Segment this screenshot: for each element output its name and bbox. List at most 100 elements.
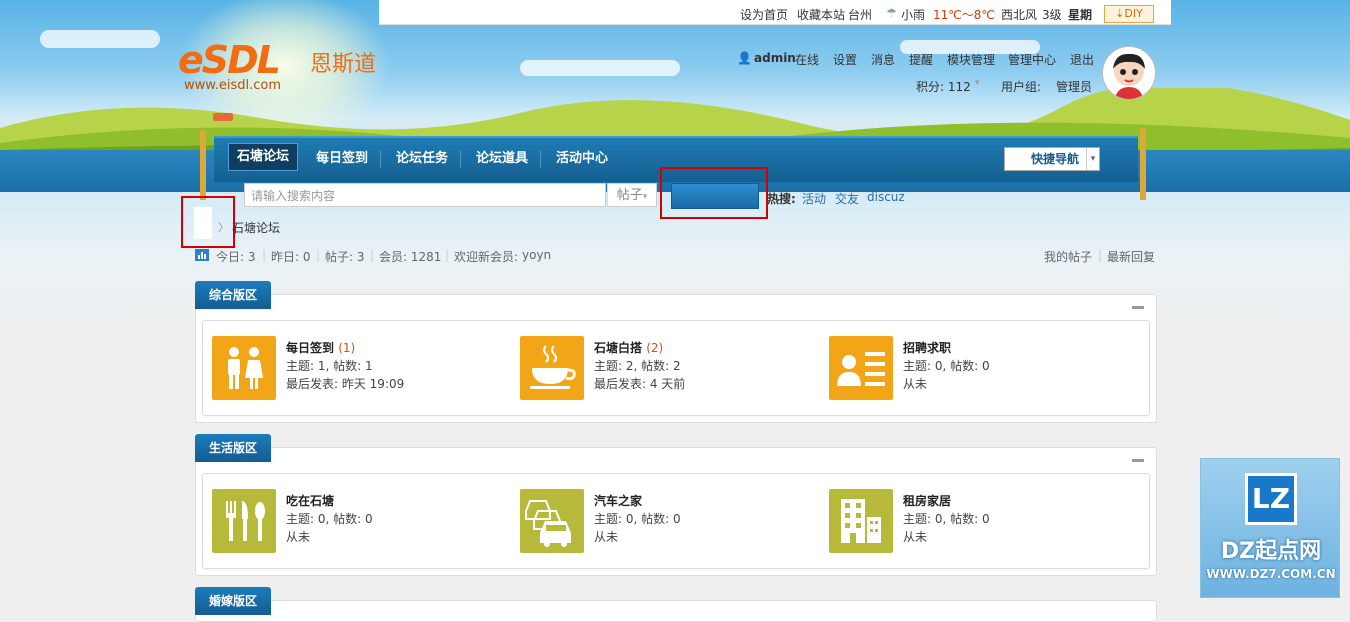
- category-tab[interactable]: 婚嫁版区: [195, 587, 272, 615]
- forum-name[interactable]: 招聘求职: [903, 339, 951, 356]
- search-input[interactable]: 请输入搜索内容: [244, 183, 606, 207]
- nav-item-signin[interactable]: 每日签到: [308, 146, 376, 172]
- forum-stats: 主题: 0, 帖数: 0: [903, 359, 990, 373]
- forum-icon[interactable]: [829, 489, 893, 553]
- hot-search-link[interactable]: 活动: [802, 190, 826, 207]
- download-arrow-icon: ⇣: [1115, 7, 1125, 20]
- flag-pole-left: [200, 130, 206, 200]
- online-status[interactable]: 在线: [795, 51, 819, 68]
- forum-last-post: 从未: [903, 530, 928, 544]
- weather-city: 台州: [848, 8, 873, 22]
- forum-icon[interactable]: [520, 489, 584, 553]
- settings-link[interactable]: 设置: [833, 51, 857, 68]
- forum-stats: 主题: 0, 帖数: 0: [594, 512, 681, 526]
- nav-item-events[interactable]: 活动中心: [548, 146, 616, 172]
- stat-divider: |: [445, 248, 450, 262]
- nav-divider: [380, 150, 381, 168]
- people-icon: [228, 347, 263, 389]
- forum-name[interactable]: 每日签到 (1): [286, 339, 355, 356]
- forum-icon[interactable]: [520, 336, 584, 400]
- category-tab[interactable]: 综合版区: [195, 281, 272, 309]
- forum-last-post: 从未: [594, 530, 619, 544]
- avatar[interactable]: [1102, 46, 1156, 100]
- quick-nav-dropdown[interactable]: 快捷导航 ▾: [1004, 147, 1100, 171]
- admin-center-link[interactable]: 管理中心: [1008, 51, 1056, 68]
- collapse-icon[interactable]: [1132, 459, 1144, 462]
- diy-button[interactable]: ⇣DIY: [1104, 5, 1154, 23]
- nav-item-props[interactable]: 论坛道具: [468, 146, 536, 172]
- forum-stats: 主题: 1, 帖数: 1: [286, 359, 373, 373]
- weather-weekday: 星期: [1068, 8, 1093, 22]
- site-logo-url: www.eisdl.com: [184, 78, 281, 93]
- forum-last-post[interactable]: 最后发表: 4 天前: [594, 375, 685, 392]
- dz7-title: DZ起点网: [1220, 539, 1322, 564]
- stat-posts: 帖子: 3: [325, 250, 365, 264]
- forum-name[interactable]: 汽车之家: [594, 492, 642, 509]
- forum-stats: 主题: 2, 帖数: 2: [594, 359, 681, 373]
- stat-members: 会员: 1281: [379, 250, 442, 264]
- avatar-cartoon-icon: [1113, 53, 1145, 99]
- car-icon: [525, 500, 571, 547]
- dz7-url: WWW.DZ7.COM.CN: [1206, 567, 1336, 581]
- site-logo[interactable]: eSDL: [178, 38, 281, 82]
- cloud: [40, 30, 160, 48]
- weather-condition: 小雨: [901, 8, 926, 22]
- breadcrumb-separator-icon: 〉: [218, 221, 229, 234]
- hot-search-link[interactable]: discuz: [867, 190, 905, 204]
- search-type-select[interactable]: 帖子▾: [607, 183, 657, 207]
- rain-icon: ☂: [886, 6, 897, 20]
- forum-last-post[interactable]: 最后发表: 昨天 19:09: [286, 375, 404, 392]
- category-panel: [195, 600, 1157, 622]
- stat-today: 今日: 3: [216, 250, 256, 264]
- forum-name[interactable]: 石塘白搭 (2): [594, 339, 663, 356]
- forum-name[interactable]: 租房家居: [903, 492, 951, 509]
- set-home-link[interactable]: 设为首页: [740, 6, 788, 23]
- nav-item-tasks[interactable]: 论坛任务: [388, 146, 456, 172]
- forum-stats: 主题: 0, 帖数: 0: [286, 512, 373, 526]
- id-card-icon: [837, 352, 885, 386]
- forum-icon[interactable]: [212, 489, 276, 553]
- category-tab[interactable]: 生活版区: [195, 434, 272, 462]
- bookmark-link[interactable]: 收藏本站: [797, 6, 845, 23]
- hot-search-label: 热搜:: [767, 192, 796, 206]
- collapse-icon[interactable]: [1132, 306, 1144, 309]
- nav-divider: [540, 150, 541, 168]
- messages-link[interactable]: 消息: [871, 51, 895, 68]
- forum-name-text: 每日签到: [286, 341, 335, 355]
- dz7-logo: LZ: [1245, 473, 1297, 525]
- forum-last-post: 从未: [286, 530, 311, 544]
- stats-chart-icon: [195, 249, 209, 261]
- latest-replies-link[interactable]: 最新回复: [1107, 248, 1155, 265]
- forum-new-count: (1): [338, 341, 356, 355]
- building-icon: [841, 499, 881, 543]
- cutlery-icon: [226, 501, 265, 541]
- hot-search-link[interactable]: 交友: [835, 190, 859, 207]
- module-manage-link[interactable]: 模块管理: [947, 51, 995, 68]
- chevron-down-icon: ▾: [975, 78, 980, 88]
- user-group-link[interactable]: 管理员: [1056, 78, 1092, 95]
- points-link[interactable]: 积分: 112: [916, 78, 971, 95]
- chevron-down-icon: ▾: [1086, 148, 1099, 170]
- diy-label: DIY: [1124, 7, 1143, 20]
- quick-nav-label: 快捷导航: [1031, 152, 1080, 166]
- dz7-watermark-badge: LZ DZ起点网 WWW.DZ7.COM.CN: [1200, 458, 1340, 598]
- forum-icon[interactable]: [829, 336, 893, 400]
- breadcrumb-current[interactable]: 石塘论坛: [232, 219, 280, 236]
- highlight-box-search-button: [660, 167, 768, 219]
- search-type-label: 帖子: [616, 188, 643, 203]
- forum-new-count: (2): [646, 341, 664, 355]
- chevron-down-icon: ▾: [642, 192, 648, 202]
- my-posts-link[interactable]: 我的帖子: [1044, 248, 1092, 265]
- forum-stats: 主题: 0, 帖数: 0: [903, 512, 990, 526]
- username-link[interactable]: admin: [754, 51, 796, 65]
- forum-icon[interactable]: [212, 336, 276, 400]
- weather-temperature: 11℃～8℃: [933, 8, 995, 22]
- nav-item-forum[interactable]: 石塘论坛: [228, 143, 299, 171]
- reminders-link[interactable]: 提醒: [909, 51, 933, 68]
- forum-name-text: 石塘白搭: [594, 341, 643, 355]
- logout-link[interactable]: 退出: [1070, 51, 1094, 68]
- forum-name[interactable]: 吃在石塘: [286, 492, 334, 509]
- stat-divider: |: [262, 248, 267, 262]
- user-icon: 👤: [737, 51, 752, 65]
- new-member-link[interactable]: yoyn: [522, 248, 551, 262]
